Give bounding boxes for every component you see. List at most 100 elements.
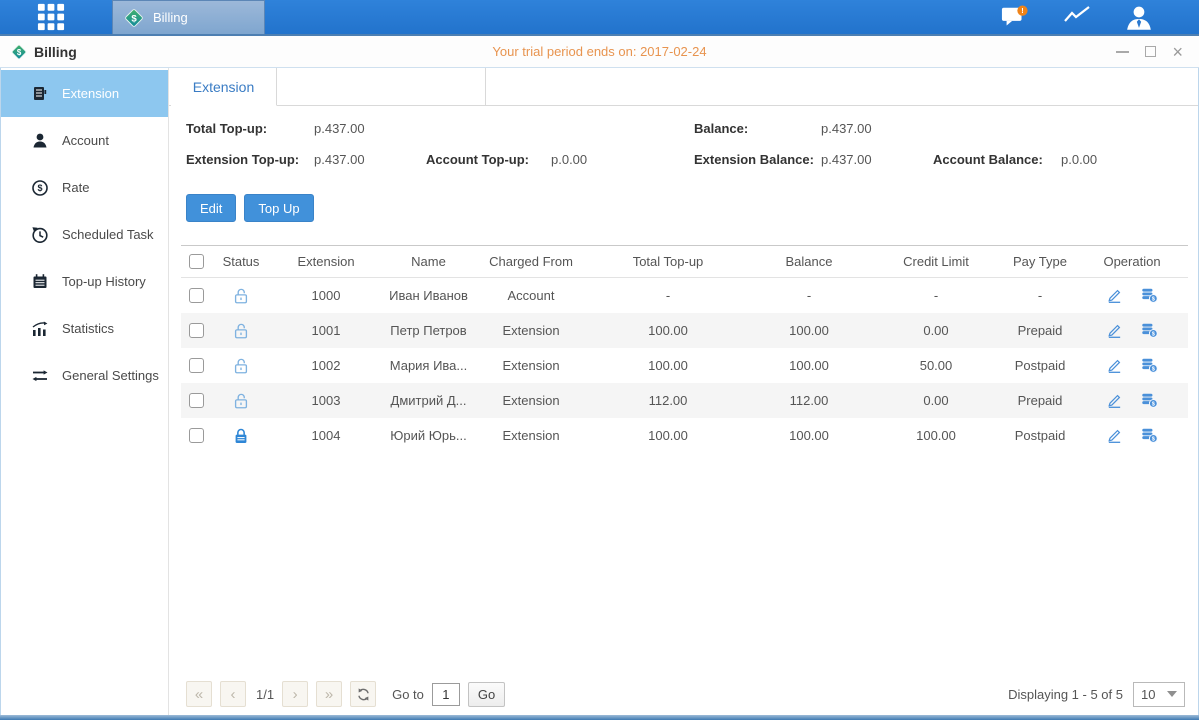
row-checkbox[interactable] bbox=[189, 288, 204, 303]
sidebar-item-top-up-history[interactable]: Top-up History bbox=[1, 258, 168, 305]
cell-balance: 100.00 bbox=[750, 428, 868, 443]
row-checkbox[interactable] bbox=[189, 358, 204, 373]
general-settings-icon bbox=[31, 367, 49, 385]
extension-topup-value: p.437.00 bbox=[314, 152, 426, 167]
cell-extension: 1000 bbox=[271, 288, 381, 303]
cell-balance: 100.00 bbox=[750, 358, 868, 373]
cell-credit_limit: 50.00 bbox=[868, 358, 1004, 373]
messages-icon[interactable]: ! bbox=[1001, 5, 1029, 29]
cell-credit_limit: 0.00 bbox=[868, 323, 1004, 338]
extension-ledger-icon bbox=[31, 85, 49, 103]
last-page-button[interactable]: » bbox=[316, 681, 342, 707]
topup-history-calendar-icon bbox=[31, 273, 49, 291]
refresh-icon[interactable] bbox=[350, 681, 376, 707]
edit-pencil-icon[interactable] bbox=[1106, 427, 1123, 444]
edit-pencil-icon[interactable] bbox=[1106, 357, 1123, 374]
topup-coins-icon[interactable]: $ bbox=[1141, 392, 1158, 409]
account-balance-label: Account Balance: bbox=[933, 152, 1061, 167]
cell-name: Мария Ива... bbox=[381, 358, 476, 373]
cell-charged_from: Extension bbox=[476, 393, 586, 408]
cell-extension: 1004 bbox=[271, 428, 381, 443]
column-header-pay-type: Pay Type bbox=[1004, 254, 1076, 269]
sidebar-item-account[interactable]: Account bbox=[1, 117, 168, 164]
cell-name: Юрий Юрь... bbox=[381, 428, 476, 443]
tab-extension[interactable]: Extension bbox=[171, 68, 277, 106]
column-header-total-top-up: Total Top-up bbox=[586, 254, 750, 269]
cell-total_topup: 100.00 bbox=[586, 358, 750, 373]
sidebar-item-general-settings[interactable]: General Settings bbox=[1, 352, 168, 399]
app-tab-label: Billing bbox=[153, 10, 188, 25]
account-balance-value: p.0.00 bbox=[1061, 152, 1097, 167]
table-row-1000: 1000Иван ИвановAccount----$ bbox=[181, 278, 1188, 313]
page-size-select[interactable]: 10 bbox=[1133, 682, 1185, 707]
cell-credit_limit: 0.00 bbox=[868, 393, 1004, 408]
next-page-button[interactable]: › bbox=[282, 681, 308, 707]
goto-page-input[interactable] bbox=[432, 683, 460, 706]
svg-text:$: $ bbox=[17, 47, 22, 56]
displaying-text: Displaying 1 - 5 of 5 bbox=[1008, 687, 1123, 702]
cell-extension: 1001 bbox=[271, 323, 381, 338]
sidebar-item-label: General Settings bbox=[62, 368, 159, 383]
column-header-name: Name bbox=[381, 254, 476, 269]
cell-pay_type: Prepaid bbox=[1004, 323, 1076, 338]
topup-coins-icon[interactable]: $ bbox=[1141, 322, 1158, 339]
column-header-credit-limit: Credit Limit bbox=[868, 254, 1004, 269]
chevron-down-icon bbox=[1167, 691, 1177, 697]
cell-balance: - bbox=[750, 288, 868, 303]
trial-notice: Your trial period ends on: 2017-02-24 bbox=[240, 44, 959, 59]
column-header-status: Status bbox=[211, 254, 271, 269]
extension-balance-value: p.437.00 bbox=[821, 152, 933, 167]
sidebar-item-extension[interactable]: Extension bbox=[1, 70, 168, 117]
row-checkbox[interactable] bbox=[189, 323, 204, 338]
unlocked-icon bbox=[232, 322, 250, 340]
edit-button[interactable]: Edit bbox=[186, 194, 236, 222]
edit-pencil-icon[interactable] bbox=[1106, 392, 1123, 409]
svg-text:$: $ bbox=[1152, 437, 1155, 443]
tab-strip: Extension bbox=[169, 68, 1198, 106]
cell-charged_from: Account bbox=[476, 288, 586, 303]
extension-balance-label: Extension Balance: bbox=[694, 152, 821, 167]
go-button[interactable]: Go bbox=[468, 682, 505, 707]
total-topup-value: p.437.00 bbox=[314, 121, 426, 136]
first-page-button[interactable]: « bbox=[186, 681, 212, 707]
sidebar-item-statistics[interactable]: Statistics bbox=[1, 305, 168, 352]
svg-text:$: $ bbox=[1152, 297, 1155, 303]
select-all-checkbox[interactable] bbox=[189, 254, 204, 269]
cell-extension: 1002 bbox=[271, 358, 381, 373]
sidebar-item-rate[interactable]: $Rate bbox=[1, 164, 168, 211]
balance-label: Balance: bbox=[694, 121, 821, 136]
prev-page-button[interactable]: ‹ bbox=[220, 681, 246, 707]
statistics-chart-icon bbox=[31, 320, 49, 338]
edit-pencil-icon[interactable] bbox=[1106, 322, 1123, 339]
table-row-1002: 1002Мария Ива...Extension100.00100.0050.… bbox=[181, 348, 1188, 383]
app-launcher-grid-icon[interactable] bbox=[36, 2, 66, 32]
row-checkbox[interactable] bbox=[189, 393, 204, 408]
user-account-icon[interactable] bbox=[1125, 5, 1153, 29]
account-topup-label: Account Top-up: bbox=[426, 152, 551, 167]
svg-text:$: $ bbox=[131, 13, 137, 24]
minimize-icon[interactable] bbox=[1116, 44, 1129, 60]
top-app-bar: $ Billing ! bbox=[0, 0, 1199, 36]
cell-name: Дмитрий Д... bbox=[381, 393, 476, 408]
cell-pay_type: Postpaid bbox=[1004, 428, 1076, 443]
top-up-button[interactable]: Top Up bbox=[244, 194, 313, 222]
row-checkbox[interactable] bbox=[189, 428, 204, 443]
topup-coins-icon[interactable]: $ bbox=[1141, 357, 1158, 374]
window-title: Billing bbox=[34, 44, 77, 60]
resource-monitor-icon[interactable] bbox=[1063, 5, 1091, 29]
topup-coins-icon[interactable]: $ bbox=[1141, 427, 1158, 444]
maximize-icon[interactable] bbox=[1145, 44, 1156, 60]
sidebar-item-scheduled-task[interactable]: Scheduled Task bbox=[1, 211, 168, 258]
edit-pencil-icon[interactable] bbox=[1106, 287, 1123, 304]
cell-pay_type: - bbox=[1004, 288, 1076, 303]
sidebar-item-label: Top-up History bbox=[62, 274, 146, 289]
svg-text:$: $ bbox=[1152, 367, 1155, 373]
app-tab-billing[interactable]: $ Billing bbox=[112, 0, 265, 34]
svg-text:$: $ bbox=[37, 183, 42, 193]
close-icon[interactable]: × bbox=[1172, 44, 1183, 60]
window-controls: × bbox=[959, 44, 1199, 60]
topup-coins-icon[interactable]: $ bbox=[1141, 287, 1158, 304]
page-size-value: 10 bbox=[1141, 687, 1155, 702]
billing-diamond-icon: $ bbox=[123, 7, 145, 29]
unlocked-icon bbox=[232, 357, 250, 375]
